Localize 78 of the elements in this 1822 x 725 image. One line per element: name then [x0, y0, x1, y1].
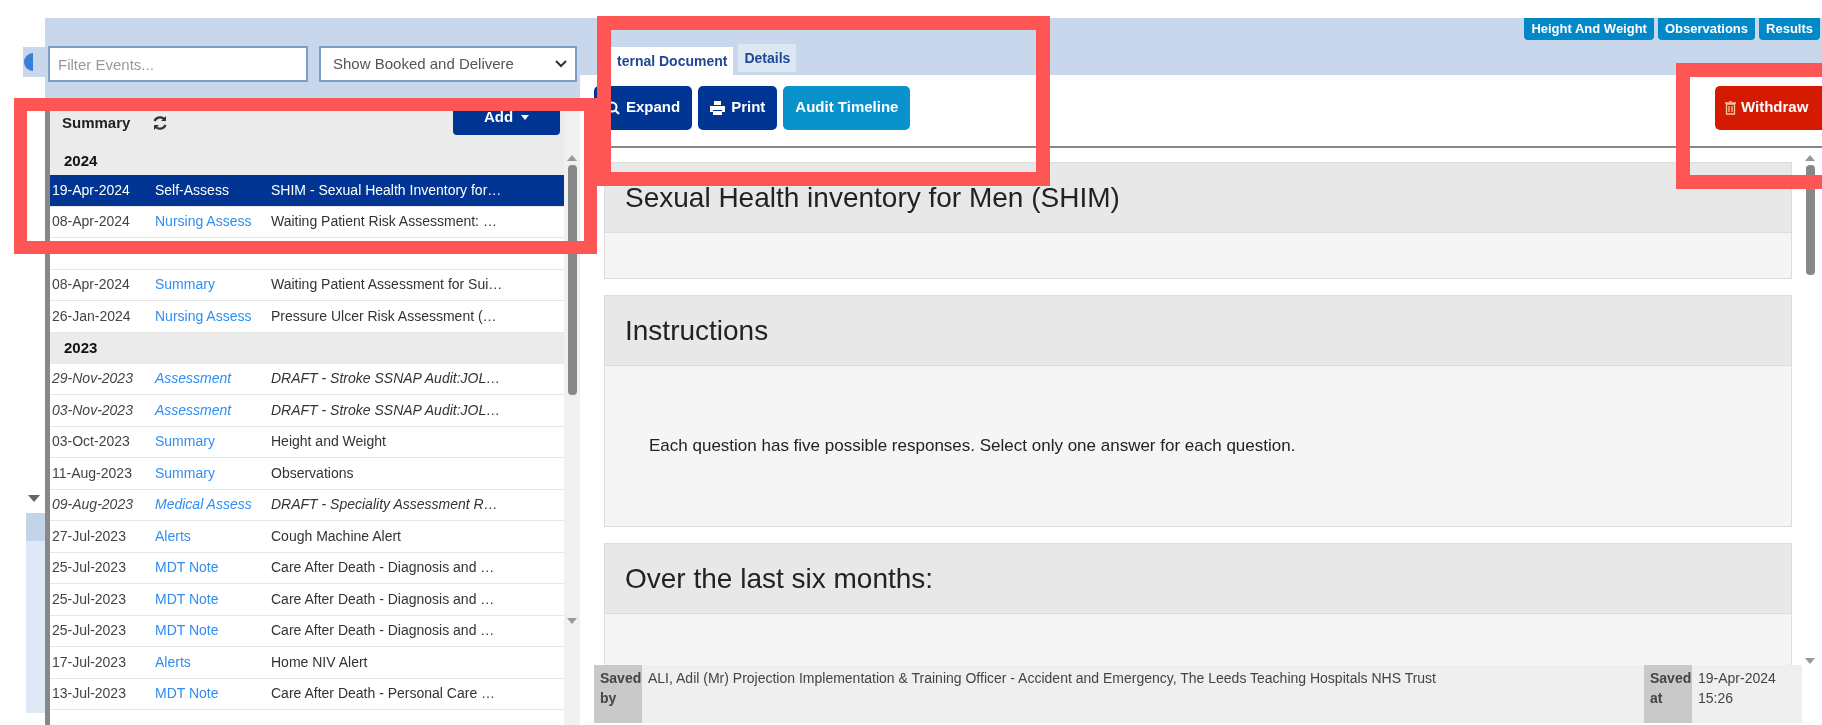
printer-icon	[710, 100, 726, 115]
instruction-text: Each question has five possible responses. Select only one answer for each question.	[649, 435, 1296, 458]
event-description: Observations	[271, 463, 355, 483]
footer-label: Saved at	[1644, 665, 1692, 723]
scroll-up-icon[interactable]	[567, 154, 577, 161]
event-type: Assessment	[154, 400, 233, 420]
event-row[interactable]: 19-Apr-2024 Self-Assess SHIM - Sexual Health Inventory for…	[50, 175, 564, 207]
event-type: Medical Assess	[154, 495, 253, 515]
caret-icon	[521, 114, 530, 120]
event-description: Waiting Patient Risk Assessment: …	[271, 212, 498, 232]
event-description: Home NIV Alert	[271, 652, 369, 672]
event-date: 03-Oct-2023	[51, 432, 131, 452]
event-type: Assessment	[154, 369, 233, 389]
event-type: Alerts	[154, 652, 192, 672]
event-type: MDT Note	[154, 684, 220, 704]
top-button[interactable]: Height And Weight	[1524, 18, 1654, 40]
event-date: 25-Jul-2023	[51, 589, 127, 609]
scroll-down-icon[interactable]	[1805, 658, 1815, 665]
event-date: 13-Jul-2023	[51, 684, 127, 704]
event-type: Summary	[154, 275, 216, 295]
event-type: Alerts	[154, 526, 192, 546]
event-description: SHIM - Sexual Health Inventory for…	[271, 180, 503, 200]
trash-icon	[1725, 100, 1736, 115]
tab[interactable]: Details	[738, 44, 797, 72]
toolbar-button[interactable]: Audit Timeline	[783, 85, 911, 130]
filter-field[interactable]: Filter Events...	[48, 46, 308, 82]
event-description: Cough Machine Alert	[271, 526, 402, 546]
event-date: 25-Jul-2023	[51, 621, 127, 641]
event-date: 03-Nov-2023	[51, 400, 134, 420]
scroll-down-icon[interactable]	[567, 618, 577, 625]
scroll-up-icon[interactable]	[1805, 154, 1815, 161]
saved-at-text: 19-Apr-2024 15:26	[1697, 669, 1777, 708]
event-description: Care After Death - Personal Care …	[271, 684, 497, 704]
event-date: 29-Nov-2023	[51, 369, 134, 389]
event-description: Care After Death - Diagnosis and …	[271, 589, 496, 609]
event-description: Pressure Ulcer Risk Assessment (…	[271, 306, 498, 326]
footer-label: Saved by	[594, 665, 642, 723]
event-description: DRAFT - Speciality Assessment R…	[271, 495, 499, 515]
event-type: MDT Note	[154, 621, 220, 641]
event-date: 08-Apr-2024	[51, 212, 131, 232]
event-type: Nursing Assess	[154, 306, 253, 326]
event-date: 11-Aug-2023	[51, 463, 133, 483]
scroll-thumb[interactable]	[1805, 165, 1815, 275]
scroll-thumb[interactable]	[567, 165, 577, 395]
toolbar-button[interactable]: Print	[698, 85, 778, 130]
event-date: 17-Jul-2023	[51, 652, 127, 672]
chevron-down-icon	[555, 60, 567, 68]
event-date: 09-Aug-2023	[51, 495, 134, 515]
event-description: Care After Death - Diagnosis and …	[271, 621, 496, 641]
refresh-icon[interactable]	[152, 115, 169, 131]
event-type: Nursing Assess	[154, 212, 253, 232]
event-type: Summary	[154, 463, 216, 483]
year-heading: 2023	[64, 337, 98, 358]
saved-by-text: ALI, Adil (Mr) Projection Implementation & Training Officer - Accident and Emergency, The Leeds Teaching Hospitals NHS Trust	[647, 669, 1437, 688]
event-date: 08-Apr-2024	[51, 275, 131, 295]
top-button[interactable]: Results	[1759, 18, 1820, 40]
document-title: Sexual Health inventory for Men (SHIM)	[605, 163, 1791, 233]
event-description: DRAFT - Stroke SSNAP Audit:JOL…	[271, 369, 502, 389]
withdraw-button[interactable]: Withdraw	[1715, 85, 1822, 130]
event-description: Height and Weight	[271, 432, 387, 452]
year-heading: 2024	[64, 150, 98, 171]
event-type: MDT Note	[154, 558, 220, 578]
caret-icon[interactable]	[28, 495, 40, 503]
event-type: Self-Assess	[154, 180, 230, 200]
section-heading: Over the last six months:	[605, 544, 1791, 614]
event-description: DRAFT - Stroke SSNAP Audit:JOL…	[271, 400, 502, 420]
section-heading: Instructions	[605, 296, 1791, 366]
event-date: 27-Jul-2023	[51, 526, 127, 546]
event-type: MDT Note	[154, 589, 220, 609]
event-date: 19-Apr-2024	[51, 180, 131, 200]
view-select[interactable]: Show Booked and Delivere	[319, 46, 577, 82]
summary-title: Summary	[62, 112, 131, 133]
top-button[interactable]: Observations	[1657, 18, 1756, 40]
event-description: Waiting Patient Assessment for Sui…	[271, 275, 504, 295]
event-description: Care After Death - Diagnosis and …	[271, 558, 496, 578]
event-date: 26-Jan-2024	[51, 306, 132, 326]
event-type: Summary	[154, 432, 216, 452]
event-date: 25-Jul-2023	[51, 558, 127, 578]
